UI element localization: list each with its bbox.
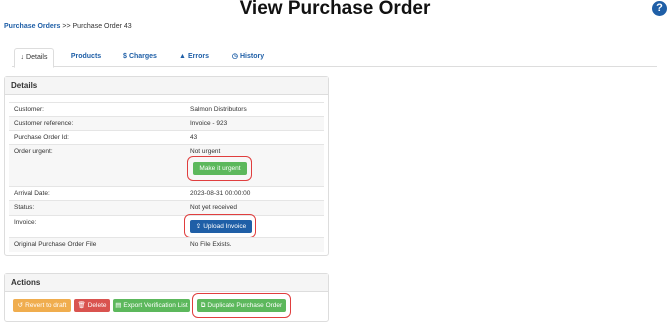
tab-products[interactable]: Products — [68, 48, 104, 66]
detail-value: 43 — [190, 134, 198, 141]
highlight-upload-invoice — [184, 214, 256, 238]
detail-value: Not urgent — [190, 148, 221, 155]
tab-label: Charges — [128, 53, 157, 60]
detail-value: Salmon Distributors — [190, 106, 247, 113]
warning-icon: ▲ — [179, 53, 186, 60]
detail-value: Not yet received — [190, 204, 237, 211]
detail-row-customer-reference: Customer reference: Invoice - 923 — [9, 116, 324, 131]
detail-value: 2023-08-31 00:00:00 — [190, 190, 251, 197]
highlight-make-urgent — [187, 156, 252, 181]
delete-button[interactable]: 🗑 Delete — [74, 299, 110, 312]
detail-value: No File Exists. — [190, 241, 232, 248]
tab-label: Products — [70, 53, 102, 60]
breadcrumb-link-purchase-orders[interactable]: Purchase Orders — [4, 23, 60, 30]
tab-label: Errors — [187, 53, 209, 60]
detail-row-original-file: Original Purchase Order File No File Exi… — [9, 237, 324, 252]
detail-label: Customer: — [14, 106, 44, 113]
detail-row-order-urgent: Order urgent: Not urgent Make it urgent — [9, 144, 324, 187]
export-label: Export Verification List — [123, 302, 188, 309]
tab-charges[interactable]: $ Charges — [120, 48, 160, 66]
actions-heading: Actions — [5, 274, 328, 292]
detail-label: Customer reference: — [14, 120, 74, 127]
breadcrumb-separator: >> — [62, 23, 71, 30]
help-icon[interactable]: ? — [652, 1, 667, 16]
tab-history[interactable]: ◷ History — [228, 48, 268, 66]
dollar-icon: $ — [123, 53, 127, 60]
list-icon: ▤ — [115, 302, 122, 309]
download-icon: ↓ — [20, 54, 25, 61]
details-heading: Details — [5, 77, 328, 95]
revert-label: Revert to draft — [25, 302, 67, 309]
trash-icon: 🗑 — [77, 302, 86, 309]
detail-row-status: Status: Not yet received — [9, 200, 324, 216]
detail-label: Arrival Date: — [14, 190, 50, 197]
detail-row-arrival-date: Arrival Date: 2023-08-31 00:00:00 — [9, 186, 324, 201]
tab-bar: ↓ Details Products $ Charges ▲ Errors ◷ Hist… — [12, 48, 657, 68]
clock-icon: ◷ — [231, 53, 238, 60]
delete-label: Delete — [87, 302, 107, 309]
tab-errors[interactable]: ▲ Errors — [176, 48, 212, 66]
undo-icon: ↺ — [17, 302, 24, 309]
revert-to-draft-button[interactable]: ↺ Revert to draft — [13, 299, 71, 312]
details-panel: Details Customer: Salmon Distributors Cu… — [4, 76, 329, 256]
detail-row-customer: Customer: Salmon Distributors — [9, 102, 324, 117]
breadcrumb-current: Purchase Order 43 — [72, 23, 132, 30]
detail-label: Purchase Order Id: — [14, 134, 69, 141]
tab-details[interactable]: ↓ Details — [14, 48, 54, 68]
detail-label: Original Purchase Order File — [14, 241, 97, 248]
detail-label: Order urgent: — [14, 148, 53, 155]
detail-row-purchase-order-id: Purchase Order Id: 43 — [9, 130, 324, 145]
actions-panel: Actions ↺ Revert to draft 🗑 Delete ▤ Export… — [4, 273, 329, 322]
tab-label: Details — [26, 54, 48, 61]
tab-label: History — [239, 53, 265, 60]
page-title: View Purchase Order — [239, 0, 431, 19]
detail-label: Status: — [14, 204, 35, 211]
detail-label: Invoice: — [14, 219, 37, 226]
breadcrumb: Purchase Orders >> Purchase Order 43 — [4, 22, 132, 31]
detail-row-invoice: Invoice: ⇪ Upload Invoice — [9, 214, 324, 238]
highlight-duplicate — [192, 293, 291, 318]
export-verification-list-button[interactable]: ▤ Export Verification List — [113, 299, 190, 312]
detail-value: Invoice - 923 — [190, 120, 228, 127]
